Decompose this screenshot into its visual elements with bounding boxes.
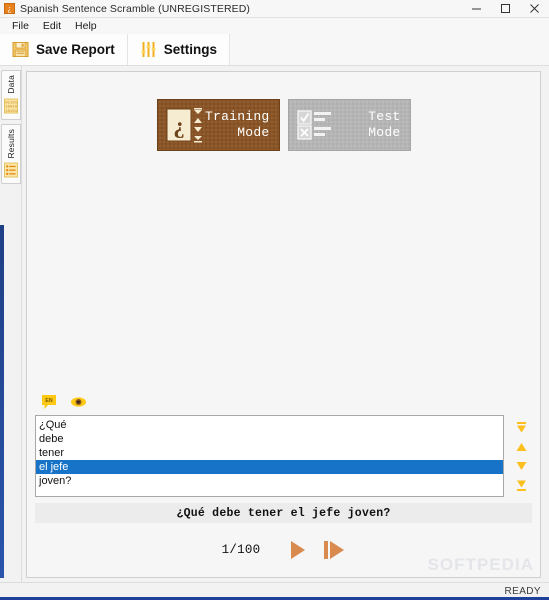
- word-list-row: ¿Qué debe tener el jefe joven?: [35, 415, 532, 497]
- inverted-question-card-icon: ¿: [166, 106, 204, 144]
- scramble-area: EN ¿Qué debe tener el jefe joven? ¿Qué d…: [27, 394, 540, 577]
- main-body: Data 01101 10010 10101 Results ¿ Trainin…: [0, 66, 549, 582]
- save-report-button[interactable]: Save Report: [0, 34, 128, 65]
- svg-text:¿: ¿: [173, 113, 185, 138]
- list-item[interactable]: joven?: [36, 474, 503, 488]
- save-report-label: Save Report: [36, 42, 115, 57]
- status-text: READY: [504, 586, 541, 597]
- menu-item-edit[interactable]: Edit: [37, 19, 67, 33]
- minimize-button[interactable]: [462, 0, 491, 17]
- play-button[interactable]: [288, 540, 307, 560]
- svg-text:EN: EN: [45, 398, 52, 404]
- list-item[interactable]: tener: [36, 446, 503, 460]
- assembled-sentence-text: ¿Qué debe tener el jefe joven?: [176, 506, 391, 520]
- menu-bar: File Edit Help: [0, 18, 549, 34]
- status-bar: READY: [0, 582, 549, 600]
- window-title: Spanish Sentence Scramble (UNREGISTERED): [20, 2, 251, 15]
- list-item[interactable]: debe: [36, 432, 503, 446]
- list-lines-icon: [3, 162, 18, 178]
- sidetab-label-data: Data: [5, 75, 16, 94]
- checkbox-list-icon: [296, 110, 335, 140]
- training-mode-button[interactable]: ¿ Training Mode: [156, 99, 280, 151]
- menu-item-help[interactable]: Help: [69, 19, 103, 33]
- test-mode-button[interactable]: Test Mode: [287, 99, 411, 151]
- reorder-arrow-buttons: [510, 415, 532, 497]
- settings-label: Settings: [163, 42, 218, 57]
- binary-digits-icon: 01101 10010 10101: [3, 98, 18, 114]
- floppy-disk-icon: [12, 41, 29, 58]
- playback-controls: 1/100: [35, 523, 532, 577]
- next-button[interactable]: [323, 540, 345, 560]
- move-to-top-button[interactable]: [514, 421, 529, 435]
- close-button[interactable]: [520, 0, 549, 17]
- sidetab-label-results: Results: [5, 128, 16, 159]
- toolbar-spacer: [230, 34, 549, 65]
- playback-buttons: [288, 540, 345, 560]
- move-down-button[interactable]: [514, 459, 529, 473]
- assembled-sentence-bar: ¿Qué debe tener el jefe joven?: [35, 503, 532, 523]
- test-mode-label: Test Mode: [368, 109, 401, 140]
- eye-reveal-icon[interactable]: [70, 394, 87, 410]
- progress-counter: 1/100: [221, 543, 261, 557]
- application-window: ¿ Spanish Sentence Scramble (UNREGISTERE…: [0, 0, 549, 600]
- translate-en-icon[interactable]: EN: [41, 394, 58, 410]
- list-item[interactable]: ¿Qué: [36, 418, 503, 432]
- list-item-selected[interactable]: el jefe: [36, 460, 503, 474]
- maximize-button[interactable]: [491, 0, 520, 17]
- sliders-icon: [140, 41, 157, 58]
- svg-text:10101: 10101: [5, 109, 18, 113]
- move-to-bottom-button[interactable]: [514, 478, 529, 492]
- sidebar-item-results[interactable]: Results: [0, 123, 21, 185]
- training-mode-label: Training Mode: [205, 109, 270, 140]
- side-tab-strip: Data 01101 10010 10101 Results: [0, 66, 22, 582]
- menu-item-file[interactable]: File: [6, 19, 35, 33]
- move-up-button[interactable]: [514, 440, 529, 454]
- settings-button[interactable]: Settings: [127, 34, 231, 65]
- scrambled-word-list[interactable]: ¿Qué debe tener el jefe joven?: [35, 415, 504, 497]
- window-controls: [462, 0, 549, 17]
- toolbar: Save Report Settings: [0, 34, 549, 66]
- content-pane: ¿ Training Mode Test Mode EN ¿Qué debe t…: [26, 71, 541, 578]
- mode-selector: ¿ Training Mode Test Mode: [27, 99, 540, 151]
- scramble-tool-icons: EN: [35, 394, 532, 410]
- app-icon: ¿: [4, 3, 15, 14]
- sidebar-item-data[interactable]: Data 01101 10010 10101: [0, 70, 21, 120]
- title-bar: ¿ Spanish Sentence Scramble (UNREGISTERE…: [0, 0, 549, 18]
